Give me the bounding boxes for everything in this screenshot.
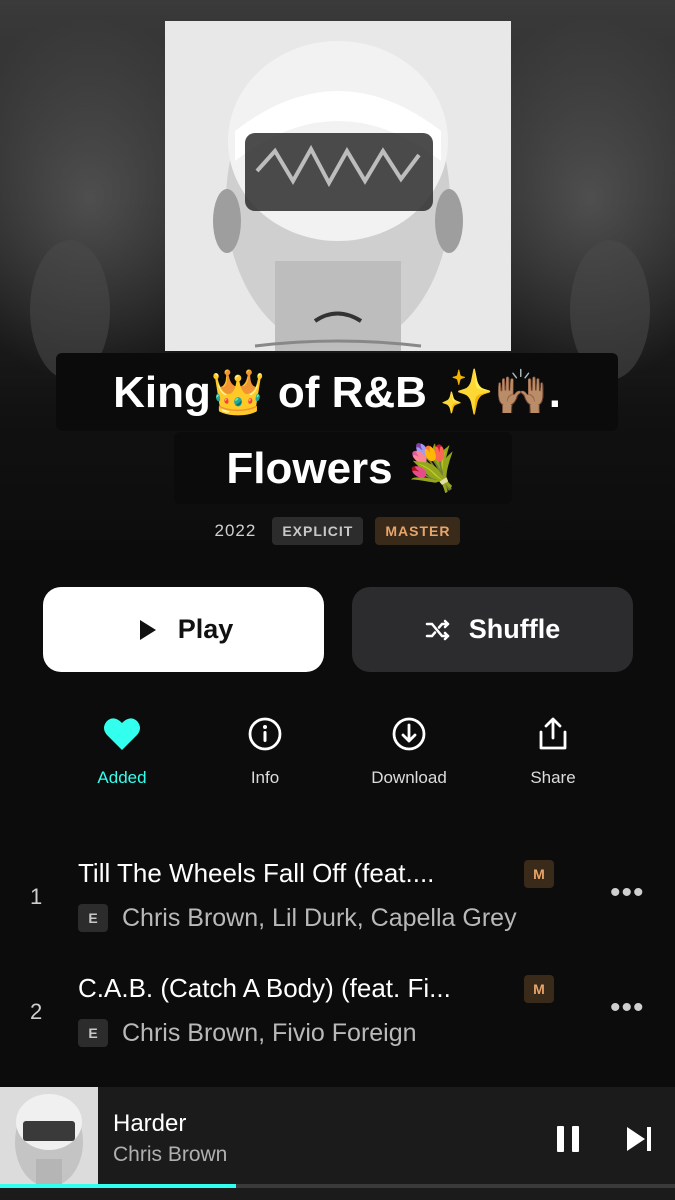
track-artists: Chris Brown, Lil Durk, Capella Grey xyxy=(122,904,517,932)
album-title-line-2: Flowers 💐 xyxy=(174,432,512,504)
playback-progress-fill xyxy=(0,1184,237,1188)
added-button[interactable]: Added xyxy=(57,712,187,788)
info-icon xyxy=(248,717,282,751)
track-artists: Chris Brown, Fivio Foreign xyxy=(122,1019,417,1047)
track-number: 1 xyxy=(30,884,43,909)
shuffle-button[interactable]: Shuffle xyxy=(352,587,633,672)
album-cover xyxy=(165,21,511,351)
play-icon xyxy=(139,619,156,640)
shuffle-icon xyxy=(425,619,449,640)
download-icon xyxy=(392,717,426,751)
heart-icon xyxy=(104,718,140,750)
track-row[interactable]: 2 C.A.B. (Catch A Body) (feat. Fi... M E… xyxy=(0,965,675,1065)
skip-next-icon[interactable] xyxy=(624,1125,654,1153)
info-label: Info xyxy=(250,768,280,787)
play-button-label: Play xyxy=(177,614,234,644)
play-button[interactable]: Play xyxy=(43,587,324,672)
download-button[interactable]: Download xyxy=(344,712,474,788)
track-title: Till The Wheels Fall Off (feat.... xyxy=(78,858,435,888)
release-year: 2022 xyxy=(214,521,257,540)
explicit-badge: E xyxy=(78,1019,108,1047)
added-label: Added xyxy=(97,768,147,787)
explicit-badge: E xyxy=(78,904,108,932)
more-options-icon[interactable]: ••• xyxy=(610,876,645,910)
album-meta: 2022 EXPLICIT MASTER xyxy=(0,516,675,546)
track-title: C.A.B. (Catch A Body) (feat. Fi... xyxy=(78,973,451,1003)
more-options-icon[interactable]: ••• xyxy=(610,991,645,1025)
track-row[interactable]: 1 Till The Wheels Fall Off (feat.... M E… xyxy=(0,850,675,950)
info-button[interactable]: Info xyxy=(200,712,330,788)
track-number: 2 xyxy=(30,999,43,1024)
album-title-line-1: King👑 of R&B ✨🙌🏽. xyxy=(56,353,618,431)
share-button[interactable]: Share xyxy=(488,712,618,788)
now-playing-artist: Chris Brown xyxy=(113,1143,228,1166)
master-quality-badge: M xyxy=(524,975,554,1003)
share-label: Share xyxy=(530,768,576,787)
download-label: Download xyxy=(371,768,447,787)
master-quality-badge: M xyxy=(524,860,554,888)
explicit-badge: EXPLICIT xyxy=(272,517,364,545)
now-playing-artwork xyxy=(0,1087,98,1185)
shuffle-button-label: Shuffle xyxy=(468,614,561,644)
now-playing-title: Harder xyxy=(113,1110,187,1137)
master-badge: MASTER xyxy=(375,517,461,545)
share-icon xyxy=(539,717,567,750)
album-actions: Added Info Download Share xyxy=(0,712,675,802)
pause-icon[interactable] xyxy=(555,1125,581,1153)
playback-progress-bar[interactable] xyxy=(0,1184,675,1188)
